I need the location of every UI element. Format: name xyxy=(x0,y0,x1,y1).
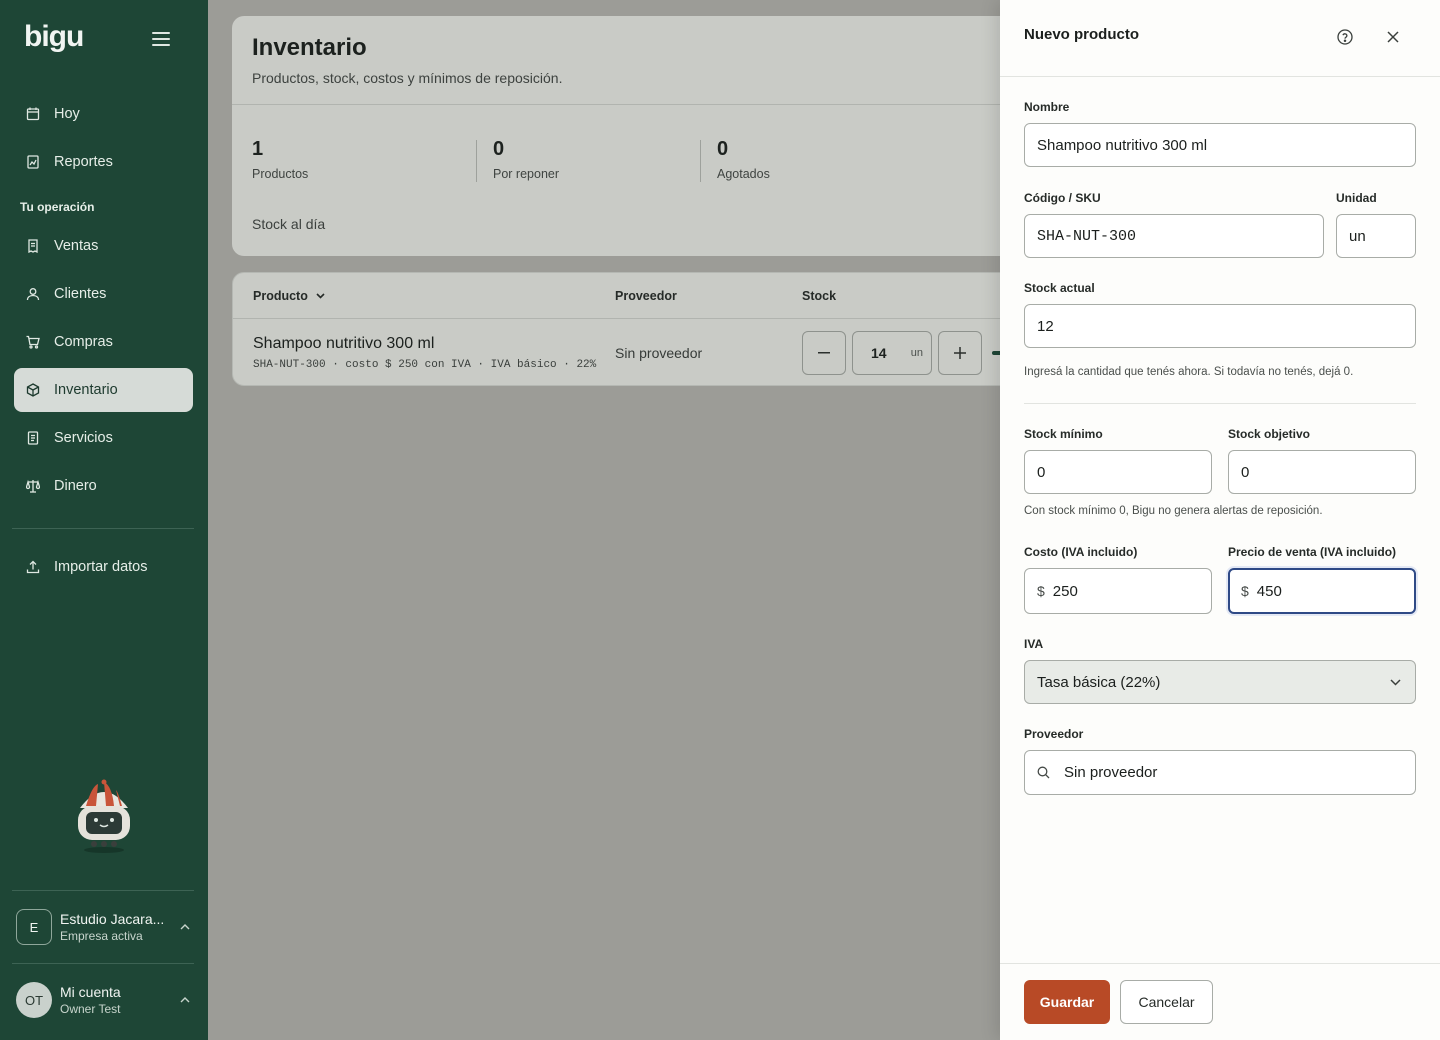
iva-label: IVA xyxy=(1024,637,1044,651)
nav-label: Compras xyxy=(54,334,113,350)
scale-icon xyxy=(26,479,40,493)
price-label: Precio de venta (IVA incluido) xyxy=(1228,545,1397,559)
company-status: Empresa activa xyxy=(60,929,143,943)
currency-prefix: $ xyxy=(1037,583,1045,599)
nav-item-clientes[interactable]: Clientes xyxy=(14,272,193,316)
account-name: Mi cuenta xyxy=(60,984,121,1000)
name-input[interactable]: Shampoo nutritivo 300 ml xyxy=(1024,123,1416,167)
sidebar-divider xyxy=(12,890,194,891)
company-avatar: E xyxy=(16,909,52,945)
nav-item-ventas[interactable]: Ventas xyxy=(14,224,193,268)
nav-item-dinero[interactable]: Dinero xyxy=(14,464,193,508)
section-label: Tu operación xyxy=(20,200,95,214)
account-menu[interactable]: OT Mi cuenta Owner Test xyxy=(16,980,192,1020)
document-icon xyxy=(26,431,40,445)
inventory-table: Producto Proveedor Stock Shampoo nutriti… xyxy=(232,272,1032,386)
cost-input[interactable]: $ 250 xyxy=(1024,568,1212,614)
column-header-supplier: Proveedor xyxy=(615,289,677,303)
sku-label: Código / SKU xyxy=(1024,191,1101,205)
cart-icon xyxy=(26,335,40,349)
product-meta: SHA-NUT-300 · costo $ 250 con IVA · IVA … xyxy=(253,359,597,371)
chevron-down-icon xyxy=(1390,678,1401,686)
nav-label: Inventario xyxy=(54,382,118,398)
supplier-search-input[interactable]: Sin proveedor xyxy=(1024,750,1416,795)
price-input[interactable]: $ 450 xyxy=(1228,568,1416,614)
increment-button[interactable] xyxy=(938,331,982,375)
name-label: Nombre xyxy=(1024,100,1070,114)
iva-select[interactable]: Tasa básica (22%) xyxy=(1024,660,1416,704)
product-name: Shampoo nutritivo 300 ml xyxy=(253,335,435,352)
min-stock-label: Stock mínimo xyxy=(1024,427,1103,441)
receipt-icon xyxy=(26,239,40,253)
user-icon xyxy=(26,287,40,301)
min-stock-input[interactable]: 0 xyxy=(1024,450,1212,494)
decrement-button[interactable] xyxy=(802,331,846,375)
nav-item-importar[interactable]: Importar datos xyxy=(14,545,193,589)
column-header-product[interactable]: Producto xyxy=(253,289,325,303)
stock-input[interactable]: 12 xyxy=(1024,304,1416,348)
cancel-button[interactable]: Cancelar xyxy=(1120,980,1213,1024)
mascot-illustration xyxy=(78,779,130,853)
stock-help-text: Ingresá la cantidad que tenés ahora. Si … xyxy=(1024,366,1354,378)
inventory-header-card: Inventario Productos, stock, costos y mí… xyxy=(232,16,1032,256)
supplier-label: Proveedor xyxy=(1024,727,1084,741)
nav-label: Servicios xyxy=(54,430,113,446)
app-logo[interactable]: bigu xyxy=(24,20,84,54)
close-icon[interactable] xyxy=(1386,30,1400,44)
stat-to-restock: 0 Por reponer xyxy=(493,138,560,181)
nav-item-inventario[interactable]: Inventario xyxy=(14,368,193,412)
user-avatar: OT xyxy=(16,982,52,1018)
stat-products: 1 Productos xyxy=(252,138,309,181)
page-subtitle: Productos, stock, costos y mínimos de re… xyxy=(252,70,563,86)
company-switcher[interactable]: E Estudio Jacara... Empresa activa xyxy=(16,907,192,947)
nav-label: Hoy xyxy=(54,106,80,122)
new-product-drawer: Nuevo producto Nombre Shampoo nutritivo … xyxy=(1000,0,1440,1040)
help-icon[interactable] xyxy=(1337,29,1353,45)
page-title: Inventario xyxy=(252,34,367,61)
product-supplier: Sin proveedor xyxy=(615,345,703,361)
chevron-up-icon xyxy=(178,993,192,1007)
stat-out-of-stock: 0 Agotados xyxy=(717,138,770,181)
unit-input[interactable]: un xyxy=(1336,214,1416,258)
target-stock-input[interactable]: 0 xyxy=(1228,450,1416,494)
nav-label: Importar datos xyxy=(54,559,148,575)
nav-item-servicios[interactable]: Servicios xyxy=(14,416,193,460)
company-name: Estudio Jacara... xyxy=(60,911,165,927)
nav-label: Dinero xyxy=(54,478,97,494)
sidebar-divider xyxy=(12,963,194,964)
column-header-stock: Stock xyxy=(802,289,837,303)
box-icon xyxy=(26,383,40,397)
account-role: Owner Test xyxy=(60,1002,121,1016)
nav-label: Reportes xyxy=(54,154,113,170)
chevron-down-icon xyxy=(316,293,325,299)
upload-icon xyxy=(26,560,40,574)
stock-status: Stock al día xyxy=(252,216,326,232)
stock-label: Stock actual xyxy=(1024,281,1095,295)
target-stock-label: Stock objetivo xyxy=(1228,427,1311,441)
nav-item-compras[interactable]: Compras xyxy=(14,320,193,364)
nav-item-reportes[interactable]: Reportes xyxy=(14,140,193,184)
sidebar-divider xyxy=(12,528,194,529)
minus-icon xyxy=(818,352,830,354)
cost-label: Costo (IVA incluido) xyxy=(1024,545,1138,559)
search-icon xyxy=(1037,766,1050,779)
drawer-title: Nuevo producto xyxy=(1024,26,1139,43)
nav-item-hoy[interactable]: Hoy xyxy=(14,92,193,136)
plus-icon xyxy=(954,347,966,359)
save-button[interactable]: Guardar xyxy=(1024,980,1110,1024)
sidebar: bigu Hoy Reportes Tu operación Ventas Cl… xyxy=(0,0,208,1040)
min-stock-help-text: Con stock mínimo 0, Bigu no genera alert… xyxy=(1024,505,1323,517)
report-icon xyxy=(26,155,40,169)
currency-prefix: $ xyxy=(1241,583,1249,599)
menu-icon[interactable] xyxy=(152,32,170,48)
sku-input[interactable]: SHA-NUT-300 xyxy=(1024,214,1324,258)
nav-label: Ventas xyxy=(54,238,99,254)
stock-stepper-input[interactable]: 14 un xyxy=(852,331,932,375)
nav-label: Clientes xyxy=(54,286,107,302)
chevron-up-icon xyxy=(178,920,192,934)
unit-label: Unidad xyxy=(1336,191,1377,205)
calendar-icon xyxy=(26,107,40,121)
